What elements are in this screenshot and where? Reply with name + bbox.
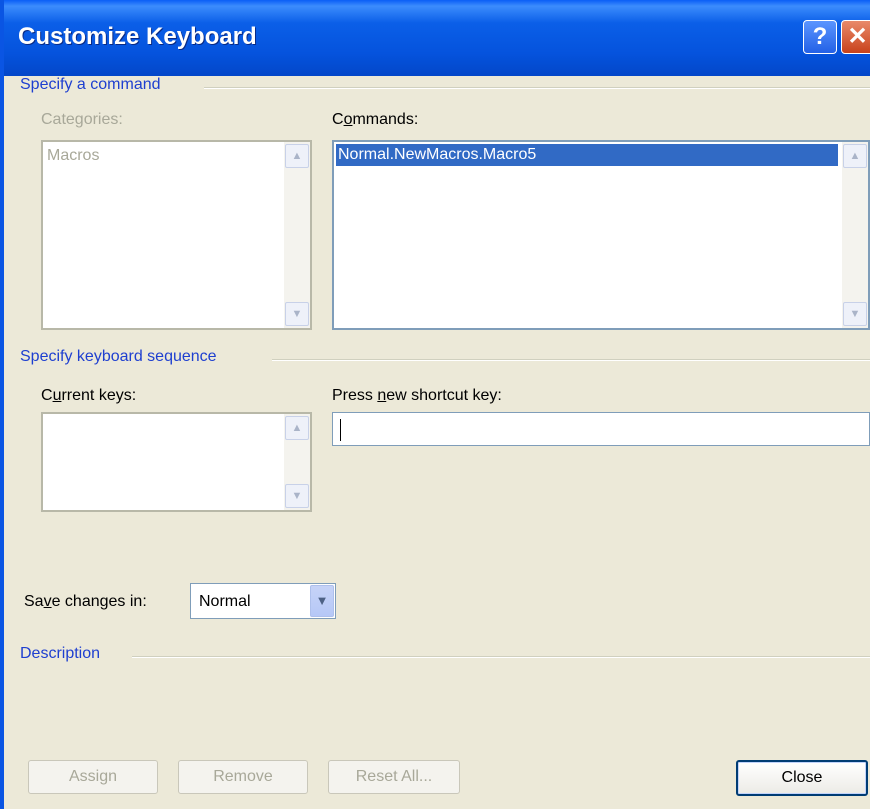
commands-label: Commands: bbox=[332, 111, 418, 129]
label-part: Sa bbox=[24, 593, 44, 610]
press-new-shortcut-label: Press new shortcut key: bbox=[332, 387, 502, 405]
close-icon: ✕ bbox=[847, 23, 868, 50]
categories-label: Categories: bbox=[41, 111, 123, 128]
label-part: C bbox=[332, 111, 344, 128]
current-keys-scrollbar[interactable]: ▲ ▼ bbox=[284, 414, 310, 510]
specify-command-heading: Specify a command bbox=[20, 76, 161, 93]
window-title: Customize Keyboard bbox=[18, 23, 257, 50]
categories-scrollbar[interactable]: ▲ ▼ bbox=[284, 142, 310, 328]
close-button[interactable]: Close bbox=[736, 760, 868, 796]
keyboard-sequence-heading: Specify keyboard sequence bbox=[20, 348, 217, 365]
commands-list[interactable]: Normal.NewMacros.Macro5 ▲ ▼ bbox=[332, 140, 870, 330]
scroll-up-icon[interactable]: ▲ bbox=[285, 416, 309, 440]
save-changes-dropdown[interactable]: Normal ▼ bbox=[190, 583, 336, 619]
list-item[interactable]: Normal.NewMacros.Macro5 bbox=[336, 144, 838, 166]
label-part: ew shortcut key: bbox=[386, 387, 502, 404]
assign-button[interactable]: Assign bbox=[28, 760, 158, 794]
chevron-down-icon[interactable]: ▼ bbox=[310, 585, 334, 617]
label-part: C bbox=[41, 387, 53, 404]
group-divider bbox=[204, 87, 870, 89]
current-keys-list[interactable]: ▲ ▼ bbox=[41, 412, 312, 512]
scroll-up-icon[interactable]: ▲ bbox=[843, 144, 867, 168]
scroll-down-icon[interactable]: ▼ bbox=[843, 302, 867, 326]
mnemonic: v bbox=[43, 593, 52, 610]
help-button[interactable]: ? bbox=[803, 20, 837, 54]
reset-all-button[interactable]: Reset All... bbox=[328, 760, 460, 794]
group-divider bbox=[132, 656, 870, 658]
label-part: rrent keys: bbox=[61, 387, 137, 404]
customize-keyboard-dialog: Customize Keyboard ? ✕ Specify a command… bbox=[0, 0, 870, 809]
scroll-down-icon[interactable]: ▼ bbox=[285, 302, 309, 326]
scroll-down-icon[interactable]: ▼ bbox=[285, 484, 309, 508]
press-new-shortcut-input[interactable] bbox=[332, 412, 870, 446]
text-caret bbox=[340, 419, 341, 441]
close-window-button[interactable]: ✕ bbox=[841, 20, 870, 54]
title-bar[interactable]: Customize Keyboard ? ✕ bbox=[4, 0, 870, 76]
label-part: e changes in: bbox=[51, 593, 147, 610]
remove-button[interactable]: Remove bbox=[178, 760, 308, 794]
save-changes-value: Normal bbox=[199, 593, 251, 610]
save-changes-label: Save changes in: bbox=[24, 593, 147, 611]
label-part: mmands: bbox=[352, 111, 419, 128]
categories-list[interactable]: Macros ▲ ▼ bbox=[41, 140, 312, 330]
help-icon: ? bbox=[812, 23, 828, 50]
label-part: Press bbox=[332, 387, 378, 404]
list-item[interactable]: Macros bbox=[45, 145, 282, 167]
description-heading: Description bbox=[20, 645, 101, 662]
commands-scrollbar[interactable]: ▲ ▼ bbox=[842, 142, 868, 328]
scroll-up-icon[interactable]: ▲ bbox=[285, 144, 309, 168]
group-divider bbox=[272, 359, 870, 361]
current-keys-label: Current keys: bbox=[41, 387, 136, 405]
mnemonic: n bbox=[377, 387, 387, 404]
